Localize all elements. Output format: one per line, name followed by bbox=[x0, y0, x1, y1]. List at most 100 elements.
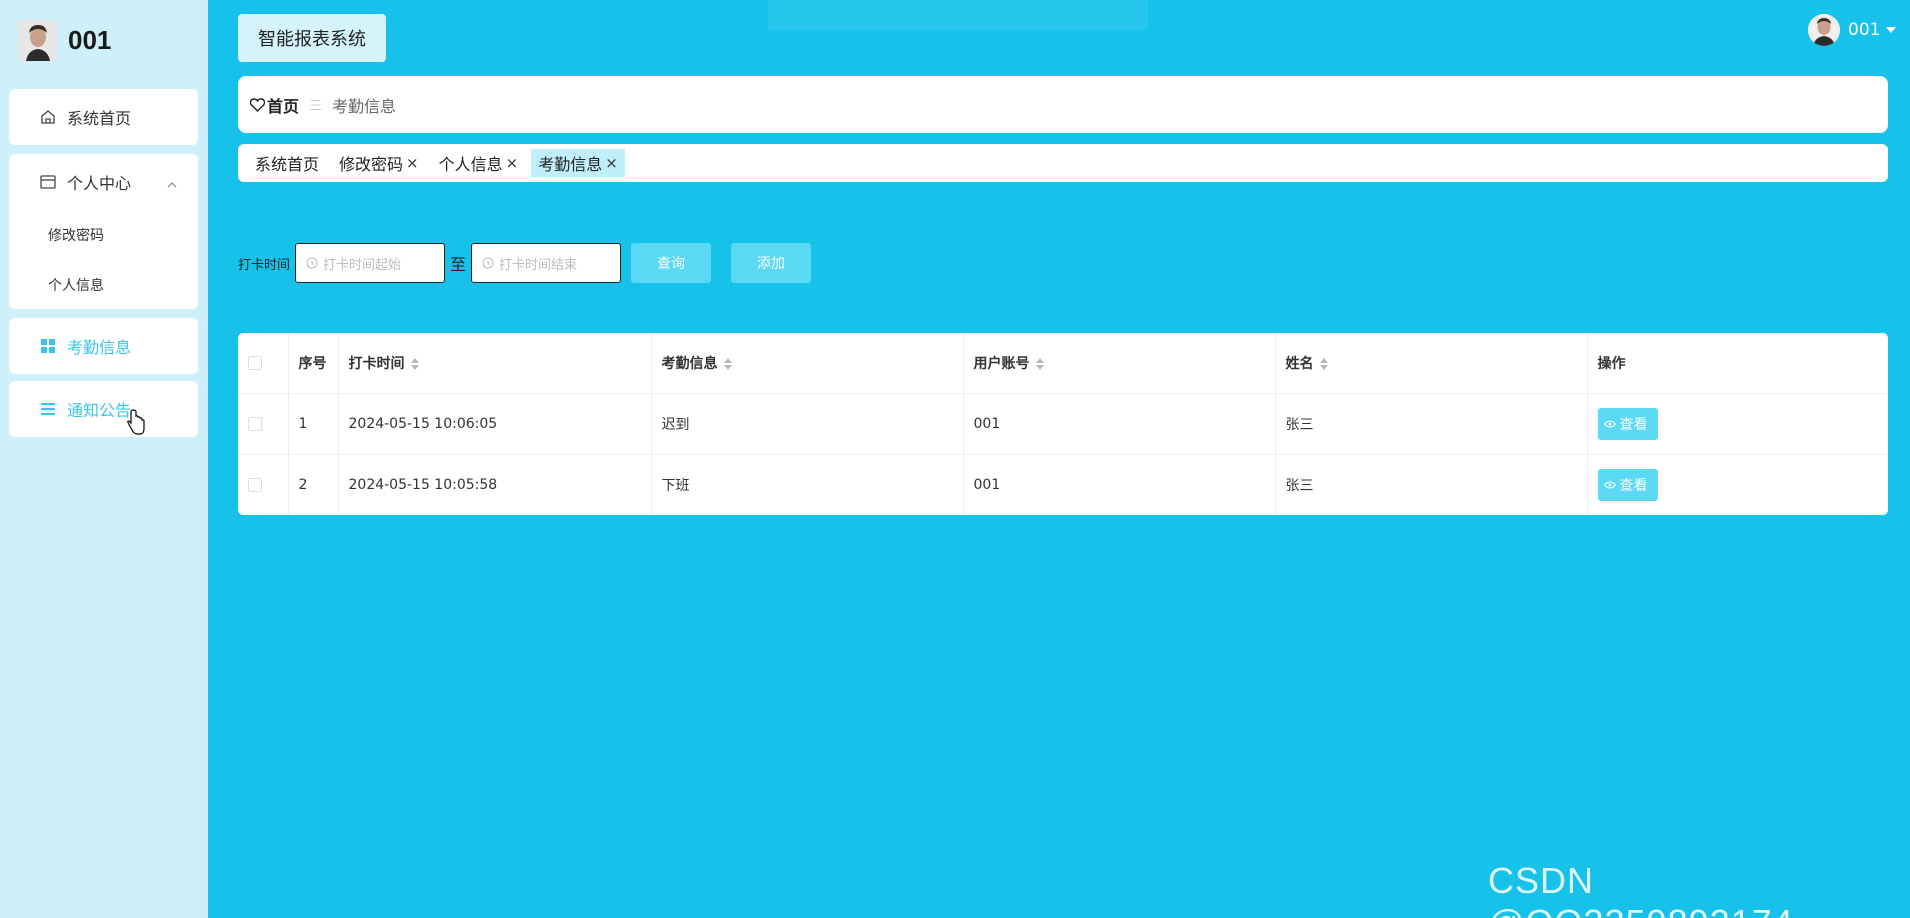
card-icon bbox=[39, 173, 57, 191]
end-date-input[interactable]: 打卡时间结束 bbox=[471, 243, 622, 283]
header-username[interactable]: 001 bbox=[1848, 20, 1880, 40]
menu-card-personal: 个人中心 修改密码 个人信息 bbox=[9, 154, 198, 309]
clock-icon bbox=[306, 257, 318, 269]
breadcrumb-current: 考勤信息 bbox=[332, 96, 397, 116]
column-header-actions: 操作 bbox=[1586, 333, 1888, 394]
start-date-input[interactable]: 打卡时间起始 bbox=[295, 243, 446, 283]
breadcrumb-home[interactable]: 首页 bbox=[250, 93, 299, 117]
breadcrumb-home-label: 首页 bbox=[267, 96, 300, 116]
close-icon[interactable]: × bbox=[506, 154, 519, 172]
sidebar-item-label: 考勤信息 bbox=[67, 338, 132, 357]
sidebar-brand: 001 bbox=[18, 20, 111, 61]
select-all-cell bbox=[238, 333, 288, 394]
tag-home[interactable]: 系统首页 bbox=[248, 149, 326, 177]
menu-card-attendance: 考勤信息 bbox=[9, 318, 198, 374]
cell-attendance: 下班 bbox=[650, 454, 963, 515]
column-header-label: 打卡时间 bbox=[348, 355, 405, 372]
cell-time: 2024-05-15 10:06:05 bbox=[337, 393, 651, 455]
search-form: 打卡时间 打卡时间起始 至 打卡时间结束 查询 添加 bbox=[238, 243, 812, 283]
sidebar-subitem-personal-info[interactable]: 个人信息 bbox=[9, 260, 198, 310]
sidebar-item-home[interactable]: 系统首页 bbox=[9, 89, 198, 145]
sort-icon[interactable] bbox=[1319, 357, 1328, 370]
eye-icon bbox=[1603, 420, 1616, 428]
system-title[interactable]: 智能报表系统 bbox=[238, 14, 386, 62]
chevron-up-icon[interactable] bbox=[166, 174, 178, 193]
view-button[interactable]: 查看 bbox=[1597, 468, 1658, 501]
tag-change-password[interactable]: 修改密码 × bbox=[332, 149, 426, 177]
add-button[interactable]: 添加 bbox=[731, 243, 812, 283]
clock-icon bbox=[482, 257, 494, 269]
house-icon bbox=[39, 108, 57, 126]
view-button[interactable]: 查看 bbox=[1597, 407, 1658, 440]
column-header-account[interactable]: 用户账号 bbox=[962, 333, 1275, 394]
close-icon[interactable]: × bbox=[605, 154, 618, 172]
menu-card-notice: 通知公告 bbox=[9, 381, 198, 437]
table-row: 2 2024-05-15 10:05:58 下班 001 张三 查看 bbox=[238, 454, 1888, 515]
tag-label: 个人信息 bbox=[438, 155, 503, 174]
cell-index: 1 bbox=[287, 393, 338, 455]
top-loading-overlay bbox=[768, 0, 1148, 30]
sidebar-item-label: 系统首页 bbox=[67, 109, 132, 128]
column-header-label: 姓名 bbox=[1285, 355, 1314, 372]
tag-label: 修改密码 bbox=[339, 155, 404, 174]
end-date-placeholder: 打卡时间结束 bbox=[499, 257, 578, 273]
hand-cursor-icon bbox=[127, 409, 145, 439]
cell-actions: 查看 bbox=[1586, 454, 1888, 515]
watermark: CSDN @QQ3359892174 bbox=[1488, 860, 1793, 918]
sidebar-item-personal-center[interactable]: 个人中心 bbox=[9, 154, 198, 210]
cell-account: 001 bbox=[962, 454, 1275, 515]
column-header-attendance[interactable]: 考勤信息 bbox=[650, 333, 963, 394]
sidebar-username: 001 bbox=[68, 25, 112, 55]
cell-name: 张三 bbox=[1274, 454, 1587, 515]
tag-personal-info[interactable]: 个人信息 × bbox=[432, 149, 526, 177]
tag-attendance[interactable]: 考勤信息 × bbox=[531, 149, 625, 177]
cell-attendance: 迟到 bbox=[650, 393, 963, 455]
start-date-placeholder: 打卡时间起始 bbox=[323, 257, 402, 273]
user-menu[interactable]: 001 bbox=[1808, 14, 1897, 46]
sidebar-item-notice[interactable]: 通知公告 bbox=[9, 381, 198, 437]
table-row: 1 2024-05-15 10:06:05 迟到 001 张三 查看 bbox=[238, 393, 1888, 455]
heart-icon bbox=[250, 97, 265, 112]
view-button-label: 查看 bbox=[1619, 477, 1648, 494]
sort-icon[interactable] bbox=[723, 357, 732, 370]
sidebar-subitem-change-password[interactable]: 修改密码 bbox=[9, 210, 198, 260]
search-label: 打卡时间 bbox=[238, 257, 291, 273]
sidebar-item-attendance[interactable]: 考勤信息 bbox=[9, 318, 198, 374]
user-avatar-image bbox=[18, 20, 58, 61]
menu-card-home: 系统首页 bbox=[9, 89, 198, 145]
sidebar-item-label: 个人中心 bbox=[67, 174, 132, 193]
attendance-table: 序号 打卡时间 考勤信息 用户账号 姓名 操作 1 2024-05-15 10:… bbox=[238, 333, 1888, 515]
cell-account: 001 bbox=[962, 393, 1275, 455]
column-header-label: 考勤信息 bbox=[661, 355, 718, 372]
eye-icon bbox=[1603, 481, 1616, 489]
row-checkbox[interactable] bbox=[248, 416, 262, 431]
breadcrumb-separator: 三 bbox=[309, 99, 323, 114]
cell-index: 2 bbox=[287, 454, 338, 515]
tags-bar: 系统首页 修改密码 × 个人信息 × 考勤信息 × bbox=[238, 144, 1888, 182]
tag-label: 考勤信息 bbox=[538, 155, 603, 174]
cell-time: 2024-05-15 10:05:58 bbox=[337, 454, 651, 515]
column-header-time[interactable]: 打卡时间 bbox=[337, 333, 651, 394]
row-select-cell bbox=[238, 393, 288, 455]
cell-actions: 查看 bbox=[1586, 393, 1888, 455]
range-separator: 至 bbox=[450, 255, 467, 274]
column-header-name[interactable]: 姓名 bbox=[1274, 333, 1587, 394]
close-icon[interactable]: × bbox=[406, 154, 419, 172]
query-button[interactable]: 查询 bbox=[631, 243, 712, 283]
grid-icon bbox=[39, 337, 57, 355]
sidebar: 001 系统首页 个人中心 修改密码 个人信息 考勤信息 通知公告 bbox=[0, 0, 208, 918]
column-header-index: 序号 bbox=[287, 333, 338, 394]
caret-down-icon[interactable] bbox=[1886, 27, 1897, 33]
view-button-label: 查看 bbox=[1619, 416, 1648, 433]
list-icon bbox=[39, 400, 57, 418]
table-header-row: 序号 打卡时间 考勤信息 用户账号 姓名 操作 bbox=[238, 333, 1888, 394]
row-checkbox[interactable] bbox=[248, 477, 262, 492]
sort-icon[interactable] bbox=[1035, 357, 1044, 370]
column-header-label: 用户账号 bbox=[973, 355, 1030, 372]
select-all-checkbox[interactable] bbox=[248, 355, 262, 370]
breadcrumb: 首页 三 考勤信息 bbox=[238, 76, 1888, 133]
row-select-cell bbox=[238, 454, 288, 515]
user-avatar[interactable] bbox=[1808, 14, 1840, 46]
cell-name: 张三 bbox=[1274, 393, 1587, 455]
sort-icon[interactable] bbox=[410, 357, 419, 370]
